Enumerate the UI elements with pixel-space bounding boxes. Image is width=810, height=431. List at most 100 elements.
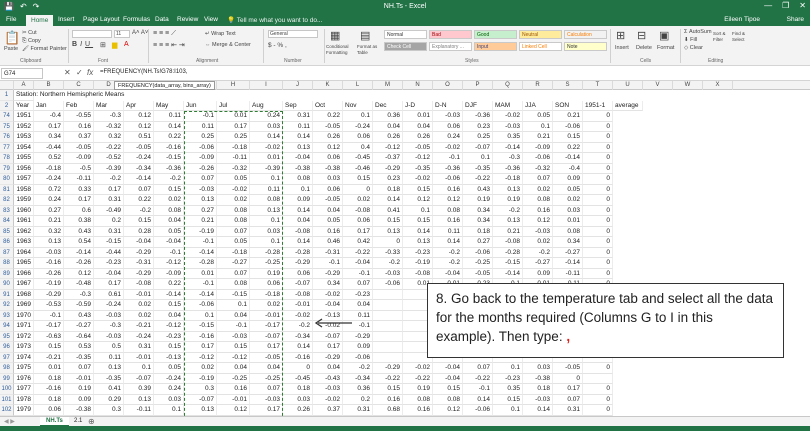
column-header-o[interactable]: O [433,81,463,90]
value-cell[interactable]: -0.11 [217,153,250,164]
value-cell[interactable]: 0.21 [523,132,553,143]
value-cell[interactable]: 0.1 [250,237,283,248]
value-cell[interactable]: 0.04 [373,121,403,132]
value-cell[interactable]: -0.19 [34,279,64,290]
value-cell[interactable]: -0.18 [217,142,250,153]
value-cell[interactable]: -0.23 [154,331,184,342]
value-cell[interactable]: 0.08 [403,394,433,405]
value-cell[interactable]: -0.01 [283,300,313,311]
value-cell[interactable]: 0.05 [217,174,250,185]
value-cell[interactable]: -0.17 [250,321,283,332]
value-cell[interactable]: 0.16 [313,226,343,237]
value-cell[interactable]: 0.02 [217,195,250,206]
value-cell[interactable]: 0.4 [343,142,373,153]
value-cell[interactable]: 0.15 [403,216,433,227]
value-cell[interactable]: -0.36 [463,111,493,122]
value-cell[interactable]: 0.17 [250,342,283,353]
value-cell[interactable]: 0.21 [34,216,64,227]
value-cell[interactable]: 0.31 [343,405,373,416]
value-cell[interactable]: -0.05 [463,268,493,279]
value-cell[interactable]: 0.1 [463,153,493,164]
value-cell[interactable]: -0.2 [124,205,154,216]
value-cell[interactable]: -0.16 [154,142,184,153]
value-cell[interactable]: -0.29 [283,258,313,269]
year-cell[interactable]: 1957 [14,174,34,185]
year-cell[interactable]: 1961 [14,216,34,227]
value-cell[interactable]: -0.15 [154,153,184,164]
value-cell[interactable]: 0.04 [217,310,250,321]
value-cell[interactable]: -0.24 [124,153,154,164]
value-cell[interactable]: -0.19 [403,258,433,269]
row-header[interactable]: 97 [0,352,14,363]
value-cell[interactable]: 0.02 [343,195,373,206]
value-cell[interactable]: 0.22 [154,279,184,290]
value-cell[interactable]: -0.04 [154,237,184,248]
insert-cells-button[interactable]: Insert [615,45,629,51]
value-cell[interactable]: 0.07 [343,279,373,290]
year-cell[interactable]: 1976 [14,373,34,384]
value-cell[interactable]: 0 [583,226,613,237]
column-title-cell[interactable]: JJA [523,100,553,111]
value-cell[interactable]: 0.13 [373,226,403,237]
value-cell[interactable]: -0.18 [34,163,64,174]
value-cell[interactable]: 0.24 [250,111,283,122]
cell-style-note[interactable]: Note [564,42,607,51]
value-cell[interactable]: -0.01 [124,289,154,300]
value-cell[interactable]: 0.08 [523,195,553,206]
value-cell[interactable]: -0.44 [94,247,124,258]
value-cell[interactable]: -0.03 [94,310,124,321]
value-cell[interactable]: -0.2 [343,363,373,374]
column-header-x[interactable]: X [703,81,733,90]
value-cell[interactable]: 0.15 [217,342,250,353]
value-cell[interactable]: -0.36 [154,163,184,174]
format-cells-icon[interactable]: ▣ [659,29,669,42]
value-cell[interactable]: -0.02 [217,184,250,195]
value-cell[interactable]: -0.22 [463,373,493,384]
row-header[interactable]: 100 [0,384,14,395]
value-cell[interactable] [373,310,403,321]
number-format-icons[interactable]: $ - % , [268,42,287,49]
year-cell[interactable]: 1958 [14,184,34,195]
value-cell[interactable]: -0.14 [64,247,94,258]
year-cell[interactable]: 1965 [14,258,34,269]
value-cell[interactable]: 0.19 [250,268,283,279]
value-cell[interactable]: -0.04 [283,153,313,164]
value-cell[interactable]: -0.35 [94,373,124,384]
value-cell[interactable]: 0.09 [283,195,313,206]
row-header[interactable]: 80 [0,174,14,185]
value-cell[interactable]: 0.17 [94,279,124,290]
value-cell[interactable]: 0.43 [64,226,94,237]
value-cell[interactable]: 0.36 [373,111,403,122]
value-cell[interactable]: 0.05 [154,226,184,237]
value-cell[interactable]: -0.26 [64,258,94,269]
value-cell[interactable]: 0.08 [217,216,250,227]
value-cell[interactable]: -0.29 [124,247,154,258]
value-cell[interactable]: -0.08 [493,237,523,248]
value-cell[interactable]: -0.04 [433,373,463,384]
value-cell[interactable]: -0.36 [433,163,463,174]
value-cell[interactable]: -0.64 [64,331,94,342]
value-cell[interactable]: 0 [583,132,613,143]
value-cell[interactable]: -0.12 [217,352,250,363]
value-cell[interactable]: 0.11 [184,121,217,132]
value-cell[interactable]: -0.07 [184,394,217,405]
value-cell[interactable]: -0.12 [154,258,184,269]
value-cell[interactable]: -0.27 [217,258,250,269]
column-title-cell[interactable]: 1951-1 [583,100,613,111]
value-cell[interactable]: -0.03 [433,111,463,122]
value-cell[interactable]: 0.25 [463,132,493,143]
user-name[interactable]: Eileen Tipoe [724,16,760,23]
value-cell[interactable]: 0.09 [523,268,553,279]
value-cell[interactable]: 0 [583,363,613,374]
value-cell[interactable]: 0.12 [523,216,553,227]
column-header-n[interactable]: N [403,81,433,90]
value-cell[interactable]: 0.05 [313,216,343,227]
cell-style-normal[interactable]: Normal [384,30,427,39]
value-cell[interactable]: 0.04 [250,363,283,374]
paste-button[interactable]: Paste [4,46,18,52]
value-cell[interactable]: 0 [583,216,613,227]
merge-center-button[interactable]: ⇔ Merge & Center [205,42,251,48]
value-cell[interactable]: 0 [583,163,613,174]
year-cell[interactable]: 1974 [14,352,34,363]
value-cell[interactable]: -0.06 [343,352,373,363]
